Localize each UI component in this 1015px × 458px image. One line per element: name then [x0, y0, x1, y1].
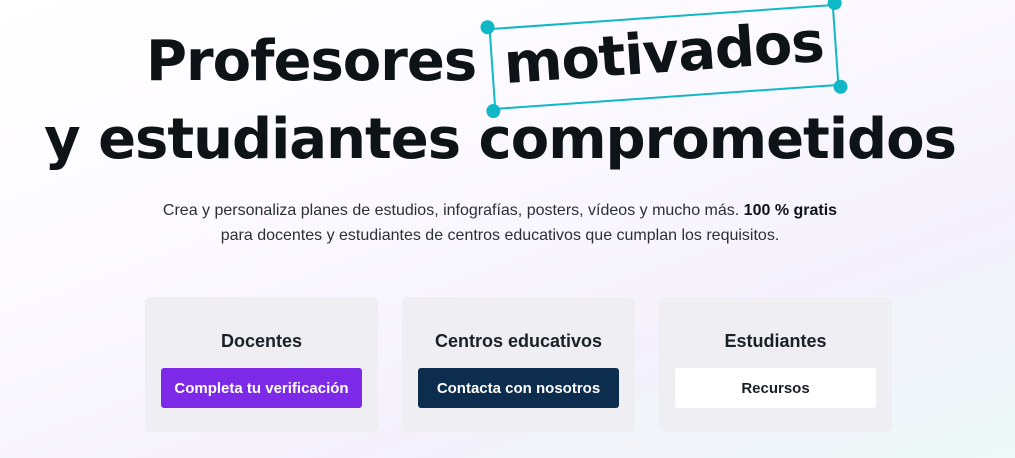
card-docentes: Docentes Completa tu verificación [145, 297, 378, 432]
card-title: Docentes [220, 331, 303, 351]
verify-button[interactable]: Completa tu verificación [161, 368, 362, 408]
card-estudiantes: Estudiantes Recursos [659, 297, 892, 432]
highlight-selection-box[interactable]: motivados [480, 0, 848, 119]
card-title: Centros educativos [434, 331, 603, 351]
hero-subtitle: Crea y personaliza planes de estudios, i… [0, 198, 1000, 248]
hero-title-line1: Profesores [146, 29, 477, 94]
contact-button[interactable]: Contacta con nosotros [418, 368, 619, 408]
resources-button[interactable]: Recursos [675, 368, 876, 408]
subtitle-line2: para docentes y estudiantes de centros e… [220, 227, 780, 244]
card-title: Estudiantes [724, 331, 827, 351]
hero-title-line2: y estudiantes comprometidos [44, 107, 957, 172]
card-centros-educativos: Centros educativos Contacta con nosotros [402, 297, 635, 432]
audience-cards: Docentes Completa tu verificación Centro… [145, 297, 892, 432]
resize-handle-bottom-right[interactable] [833, 79, 848, 95]
subtitle-bold: 100 % gratis [743, 202, 838, 219]
subtitle-text: Crea y personaliza planes de estudios, i… [162, 202, 740, 219]
